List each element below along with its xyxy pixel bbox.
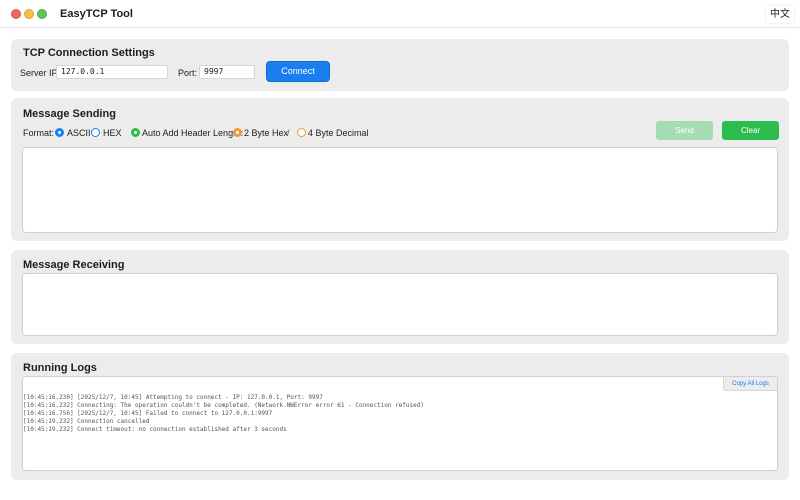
send-message-textarea[interactable] xyxy=(22,147,778,233)
auto-header-checkbox[interactable] xyxy=(131,128,140,137)
format-hex-radio[interactable] xyxy=(91,128,100,137)
format-ascii-radio[interactable] xyxy=(55,128,64,137)
format-hex-label[interactable]: HEX xyxy=(103,128,122,138)
header-separator: / xyxy=(287,128,290,138)
header-2byte-hex-radio[interactable] xyxy=(233,128,242,137)
log-line: [10:45:16.232] Connecting: The operation… xyxy=(23,402,424,409)
app-title: EasyTCP Tool xyxy=(60,8,133,20)
running-logs-panel: Running Logs Copy All Logs [10:45:16.230… xyxy=(11,353,789,480)
copy-all-logs-button[interactable]: Copy All Logs xyxy=(723,377,777,391)
log-line: [10:45:16.756] [2025/12/7, 10:45] Failed… xyxy=(23,410,273,417)
port-label: Port: xyxy=(178,68,198,78)
clear-button[interactable]: Clear xyxy=(722,121,779,140)
auto-header-label[interactable]: Auto Add Header Length: xyxy=(142,128,243,138)
log-line: [10:45:19.232] Connection cancelled xyxy=(23,418,150,425)
header-2byte-hex-label[interactable]: 2 Byte Hex xyxy=(244,128,288,138)
connect-button[interactable]: Connect xyxy=(266,61,330,82)
log-lines: [10:45:16.230] [2025/12/7, 10:45] Attemp… xyxy=(23,394,424,434)
server-ip-input[interactable]: 127.0.0.1 xyxy=(56,65,168,79)
message-sending-title: Message Sending xyxy=(23,108,116,120)
connection-settings-title: TCP Connection Settings xyxy=(23,47,155,59)
logs-textarea[interactable]: Copy All Logs [10:45:16.230] [2025/12/7,… xyxy=(22,376,778,471)
connection-settings-panel: TCP Connection Settings Server IP: 127.0… xyxy=(11,39,789,91)
received-message-textarea[interactable] xyxy=(22,273,778,336)
zoom-window-button[interactable] xyxy=(37,9,47,19)
header-4byte-decimal-label[interactable]: 4 Byte Decimal xyxy=(308,128,369,138)
header-4byte-decimal-radio[interactable] xyxy=(297,128,306,137)
title-bar: EasyTCP Tool 中文 xyxy=(0,0,800,28)
message-sending-panel: Message Sending Format: ASCII HEX Auto A… xyxy=(11,98,789,241)
server-ip-label: Server IP: xyxy=(20,68,61,78)
log-line: [10:45:19.232] Connect timeout: no conne… xyxy=(23,426,287,433)
language-toggle-button[interactable]: 中文 xyxy=(766,6,794,23)
message-receiving-panel: Message Receiving xyxy=(11,250,789,344)
format-ascii-label[interactable]: ASCII xyxy=(67,128,91,138)
format-label: Format: xyxy=(23,128,55,138)
message-receiving-title: Message Receiving xyxy=(23,259,125,271)
port-input[interactable]: 9997 xyxy=(199,65,255,79)
send-button[interactable]: Send xyxy=(656,121,713,140)
minimize-window-button[interactable] xyxy=(24,9,34,19)
log-line: [10:45:16.230] [2025/12/7, 10:45] Attemp… xyxy=(23,394,323,401)
running-logs-title: Running Logs xyxy=(23,362,97,374)
close-window-button[interactable] xyxy=(11,9,21,19)
